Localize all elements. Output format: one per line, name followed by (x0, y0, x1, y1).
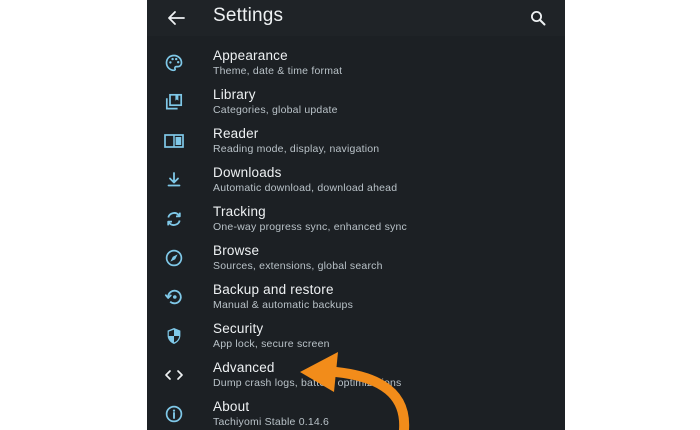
settings-item-library[interactable]: Library Categories, global update (147, 83, 565, 122)
settings-item-advanced[interactable]: Advanced Dump crash logs, battery optimi… (147, 356, 565, 395)
settings-item-appearance[interactable]: Appearance Theme, date & time format (147, 44, 565, 83)
settings-item-title: Downloads (213, 165, 282, 180)
settings-item-subtitle: Tachiyomi Stable 0.14.6 (213, 416, 330, 428)
arrow-left-icon (167, 10, 185, 26)
backup-restore-icon (163, 287, 185, 307)
settings-item-title: Appearance (213, 48, 288, 63)
settings-item-title: Browse (213, 243, 260, 258)
settings-item-subtitle: Sources, extensions, global search (213, 260, 383, 272)
settings-list: Appearance Theme, date & time format Lib… (147, 44, 565, 430)
search-icon (530, 10, 546, 26)
settings-item-title: Backup and restore (213, 282, 334, 297)
settings-item-subtitle: Manual & automatic backups (213, 299, 354, 311)
settings-item-title: Advanced (213, 360, 275, 375)
book-open-icon (163, 131, 185, 151)
settings-item-subtitle: App lock, secure screen (213, 338, 330, 350)
settings-item-about[interactable]: About Tachiyomi Stable 0.14.6 (147, 395, 565, 430)
page-title: Settings (213, 5, 284, 26)
settings-item-subtitle: Reading mode, display, navigation (213, 143, 380, 155)
settings-item-subtitle: Dump crash logs, battery optimizations (213, 377, 402, 389)
settings-item-subtitle: Theme, date & time format (213, 65, 343, 77)
back-button[interactable] (163, 6, 189, 30)
sync-icon (163, 209, 185, 229)
settings-item-title: Tracking (213, 204, 266, 219)
settings-item-backup-and-restore[interactable]: Backup and restore Manual & automatic ba… (147, 278, 565, 317)
settings-item-security[interactable]: Security App lock, secure screen (147, 317, 565, 356)
settings-item-title: Security (213, 321, 264, 336)
settings-item-tracking[interactable]: Tracking One-way progress sync, enhanced… (147, 200, 565, 239)
download-icon (163, 170, 185, 190)
compass-icon (163, 248, 185, 268)
settings-item-title: Library (213, 87, 256, 102)
settings-item-title: Reader (213, 126, 259, 141)
settings-item-subtitle: Automatic download, download ahead (213, 182, 398, 194)
settings-screen: Settings Appearance Theme, date & time f… (147, 0, 565, 430)
search-button[interactable] (525, 6, 551, 30)
settings-item-downloads[interactable]: Downloads Automatic download, download a… (147, 161, 565, 200)
settings-item-browse[interactable]: Browse Sources, extensions, global searc… (147, 239, 565, 278)
library-icon (163, 92, 185, 112)
settings-item-title: About (213, 399, 250, 414)
app-bar: Settings (147, 0, 565, 36)
code-icon (163, 365, 185, 385)
shield-icon (163, 326, 185, 346)
palette-icon (163, 53, 185, 73)
info-icon (163, 404, 185, 424)
settings-item-subtitle: Categories, global update (213, 104, 338, 116)
settings-item-reader[interactable]: Reader Reading mode, display, navigation (147, 122, 565, 161)
settings-item-subtitle: One-way progress sync, enhanced sync (213, 221, 407, 233)
